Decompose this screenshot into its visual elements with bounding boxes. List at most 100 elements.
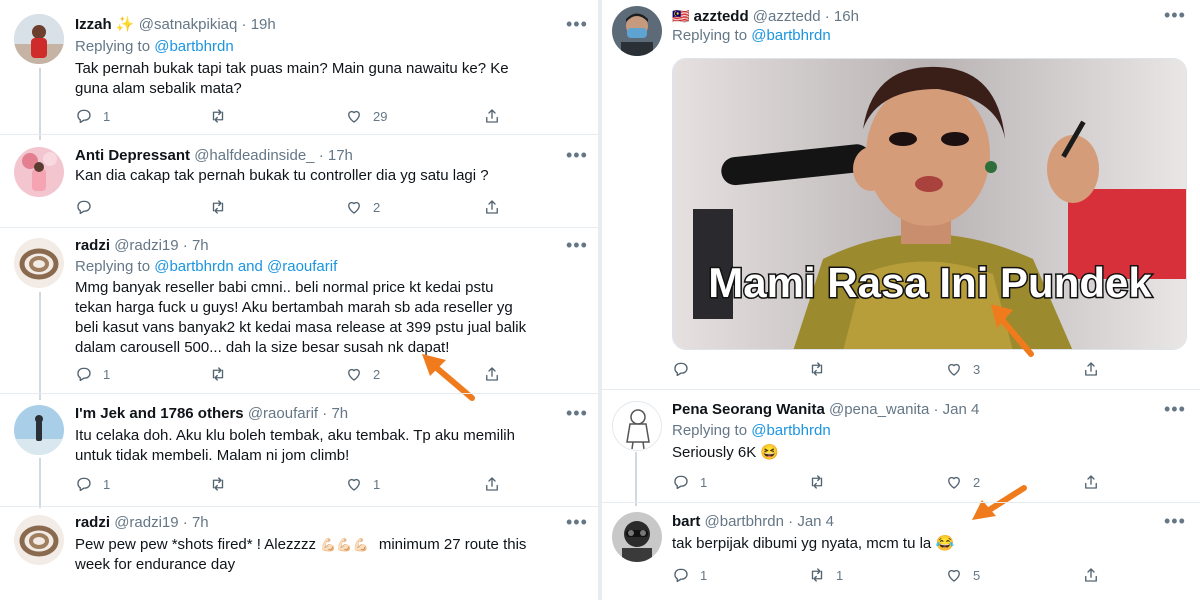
tweet-azztedd[interactable]: 🇲🇾 azztedd @azztedd · 16h ••• Replying t…	[602, 0, 1200, 388]
share-button[interactable]	[483, 197, 501, 217]
reply-button[interactable]: 1	[75, 474, 110, 494]
more-options-icon[interactable]: •••	[566, 15, 588, 33]
share-button[interactable]	[483, 474, 501, 494]
user-handle[interactable]: @radzi19	[114, 514, 178, 531]
avatar[interactable]	[14, 405, 64, 455]
retweet-button[interactable]	[209, 106, 227, 126]
avatar[interactable]	[14, 14, 64, 64]
more-options-icon[interactable]: •••	[1164, 6, 1186, 24]
tweet-izzah[interactable]: Izzah ✨ @satnakpikiaq · 19h ••• Replying…	[0, 0, 598, 135]
tweet-anti-depressant[interactable]: Anti Depressant @halfdeadinside_ · 17h •…	[0, 135, 598, 227]
meme-illustration: Mami Rasa Ini Pundek	[673, 59, 1186, 349]
avatar[interactable]	[612, 6, 662, 56]
avatar[interactable]	[612, 512, 662, 562]
reply-button[interactable]	[75, 197, 93, 217]
user-handle[interactable]: @azztedd	[753, 8, 821, 25]
timestamp[interactable]: 19h	[251, 16, 276, 33]
tweet-actions: 1 1 5	[672, 565, 1172, 585]
reply-button[interactable]: 1	[672, 472, 707, 492]
meme-image[interactable]: Mami Rasa Ini Pundek	[672, 58, 1187, 350]
display-name[interactable]: Izzah	[75, 16, 112, 33]
user-handle[interactable]: @radzi19	[114, 237, 178, 254]
reply-button[interactable]: 1	[75, 106, 110, 126]
avatar[interactable]	[14, 238, 64, 288]
display-name[interactable]: bart	[672, 513, 700, 530]
avatar[interactable]	[14, 515, 64, 565]
display-name[interactable]: radzi	[75, 514, 110, 531]
timestamp[interactable]: 17h	[328, 147, 353, 164]
tweet-raoufarif[interactable]: I'm Jek and 1786 others @raoufarif · 7h …	[0, 394, 598, 506]
reply-button[interactable]: 1	[672, 565, 707, 585]
reply-to-link[interactable]: @bartbhrdn	[751, 27, 830, 44]
display-name[interactable]: Anti Depressant	[75, 147, 190, 164]
user-handle[interactable]: @bartbhrdn	[705, 513, 784, 530]
share-button[interactable]	[1082, 359, 1100, 379]
avatar[interactable]	[14, 147, 64, 197]
like-button[interactable]: 2	[345, 364, 380, 384]
like-count: 2	[373, 199, 381, 215]
tweet-actions: 1 1	[75, 474, 575, 494]
like-button[interactable]: 29	[345, 106, 387, 126]
like-count: 5	[973, 567, 981, 583]
tweet-actions: 1 2	[75, 364, 575, 384]
like-button[interactable]: 5	[945, 565, 980, 585]
display-name[interactable]: radzi	[75, 237, 110, 254]
like-button[interactable]: 2	[345, 197, 380, 217]
share-icon	[486, 367, 498, 381]
retweet-button[interactable]	[209, 474, 227, 494]
tweet-bart[interactable]: bart @bartbhrdn · Jan 4 ••• tak berpijak…	[602, 503, 1200, 600]
display-name[interactable]: I'm Jek and 1786 others	[75, 405, 244, 422]
left-reply-thread: Izzah ✨ @satnakpikiaq · 19h ••• Replying…	[0, 0, 598, 600]
retweet-button[interactable]	[808, 359, 826, 379]
like-count: 3	[973, 361, 981, 377]
share-button[interactable]	[1082, 472, 1100, 492]
share-button[interactable]	[483, 106, 501, 126]
reply-to-link[interactable]: @bartbhrdn	[154, 38, 233, 55]
more-options-icon[interactable]: •••	[566, 404, 588, 422]
display-name[interactable]: azztedd	[694, 8, 749, 25]
avatar[interactable]	[612, 401, 662, 451]
display-name[interactable]: Pena Seorang Wanita	[672, 401, 825, 418]
reply-to-link[interactable]: @bartbhrdn	[751, 422, 830, 439]
user-handle[interactable]: @satnakpikiaq	[139, 16, 238, 33]
retweet-icon	[212, 477, 224, 491]
retweet-button[interactable]	[209, 197, 227, 217]
timestamp[interactable]: Jan 4	[797, 513, 834, 530]
reply-count: 1	[700, 474, 708, 490]
user-handle[interactable]: @pena_wanita	[829, 401, 929, 418]
share-button[interactable]	[483, 364, 501, 384]
user-handle[interactable]: @halfdeadinside_	[194, 147, 314, 164]
replying-to: Replying to @bartbhrdn and @raoufarif	[75, 258, 338, 275]
retweet-button[interactable]: 1	[808, 565, 843, 585]
tweet-header: 🇲🇾 azztedd @azztedd · 16h	[672, 8, 859, 25]
retweet-icon	[212, 367, 224, 381]
tweet-header: Anti Depressant @halfdeadinside_ · 17h	[75, 147, 353, 164]
reply-count: 1	[700, 567, 708, 583]
tweet-pena-wanita[interactable]: Pena Seorang Wanita @pena_wanita · Jan 4…	[602, 390, 1200, 502]
timestamp[interactable]: 7h	[192, 237, 209, 254]
tweet-text: Seriously 6K 😆	[672, 444, 780, 461]
replying-to: Replying to @bartbhrdn	[672, 422, 831, 439]
more-options-icon[interactable]: •••	[566, 513, 588, 531]
more-options-icon[interactable]: •••	[1164, 512, 1186, 530]
more-options-icon[interactable]: •••	[566, 146, 588, 164]
reply-to-link[interactable]: @bartbhrdn and @raoufarif	[154, 258, 337, 275]
reply-button[interactable]	[672, 359, 690, 379]
timestamp[interactable]: Jan 4	[943, 401, 980, 418]
timestamp[interactable]: 7h	[331, 405, 348, 422]
like-button[interactable]: 3	[945, 359, 980, 379]
retweet-button[interactable]	[808, 472, 826, 492]
more-options-icon[interactable]: •••	[566, 236, 588, 254]
timestamp[interactable]: 16h	[834, 8, 859, 25]
tweet-radzi-2[interactable]: radzi @radzi19 · 7h ••• Pew pew pew *sho…	[0, 507, 598, 600]
replying-to: Replying to @bartbhrdn	[672, 27, 831, 44]
more-options-icon[interactable]: •••	[1164, 400, 1186, 418]
tweet-radzi[interactable]: radzi @radzi19 · 7h ••• Replying to @bar…	[0, 228, 598, 393]
reply-count: 1	[103, 108, 111, 124]
user-handle[interactable]: @raoufarif	[248, 405, 318, 422]
share-button[interactable]	[1082, 565, 1100, 585]
timestamp[interactable]: 7h	[192, 514, 209, 531]
retweet-button[interactable]	[209, 364, 227, 384]
like-button[interactable]: 1	[345, 474, 380, 494]
reply-button[interactable]: 1	[75, 364, 110, 384]
